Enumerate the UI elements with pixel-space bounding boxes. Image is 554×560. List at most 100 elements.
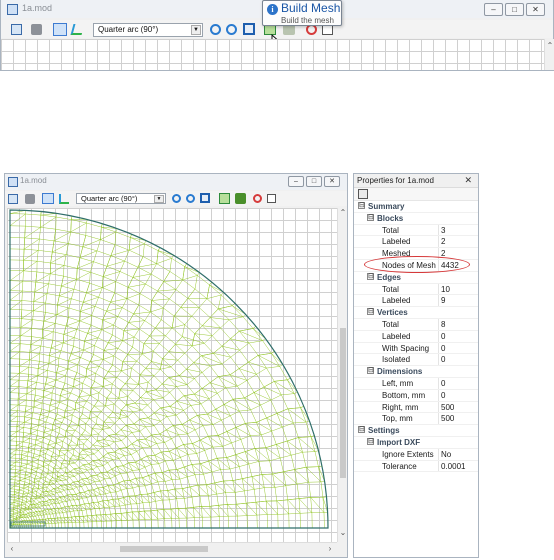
vertical-scrollbar[interactable]: ⌃ ⌄ xyxy=(337,208,347,542)
categorized-view-icon[interactable] xyxy=(358,189,368,199)
column-divider xyxy=(438,389,439,401)
minimize-button[interactable]: – xyxy=(288,176,304,187)
zoom-in-icon[interactable] xyxy=(172,194,181,203)
property-category[interactable]: ⊟ Dimensions xyxy=(354,366,478,378)
property-row[interactable]: Ignore Extents No xyxy=(354,448,478,461)
scroll-down-icon[interactable]: ⌄ xyxy=(338,528,348,538)
zoom-out-icon[interactable] xyxy=(186,194,195,203)
vertical-scrollbar[interactable]: ⌃ xyxy=(544,39,554,70)
collapse-icon[interactable]: ⊟ xyxy=(367,213,374,221)
minimize-icon: – xyxy=(294,178,298,185)
property-label: Top, mm xyxy=(382,414,413,424)
maximize-button[interactable]: □ xyxy=(505,3,524,16)
property-row[interactable]: Labeled 2 xyxy=(354,236,478,249)
property-category[interactable]: ⊟ Vertices xyxy=(354,307,478,319)
property-value: 10 xyxy=(441,284,450,294)
info-icon: i xyxy=(267,4,278,15)
close-icon: ✕ xyxy=(532,5,539,14)
edit-edges-icon[interactable] xyxy=(70,24,85,35)
close-button[interactable]: ✕ xyxy=(526,3,545,16)
remove-mesh-icon[interactable] xyxy=(235,193,246,204)
chevron-down-icon[interactable]: ▼ xyxy=(191,25,201,35)
fit-view-icon[interactable] xyxy=(200,193,210,203)
profile-select[interactable]: Quarter arc (90°) ▼ xyxy=(76,193,166,204)
property-category[interactable]: ⊟ Summary xyxy=(354,201,478,213)
minimize-icon: – xyxy=(491,5,496,14)
minimize-button[interactable]: – xyxy=(484,3,503,16)
property-row[interactable]: Total 8 xyxy=(354,319,478,331)
property-row[interactable]: Bottom, mm 0 xyxy=(354,389,478,402)
build-mesh-icon[interactable] xyxy=(219,193,230,204)
property-row[interactable]: Isolated 0 xyxy=(354,354,478,367)
edit-edges-icon[interactable] xyxy=(59,194,69,204)
property-row[interactable]: Tolerance 0.0001 xyxy=(354,460,478,473)
property-row[interactable]: Top, mm 500 xyxy=(354,413,478,426)
column-divider xyxy=(438,330,439,342)
block-icon[interactable] xyxy=(25,194,35,204)
collapse-icon[interactable]: ⊟ xyxy=(367,438,374,445)
select-blocks-icon[interactable] xyxy=(11,24,22,35)
fit-view-icon[interactable] xyxy=(243,23,255,35)
property-value: 8 xyxy=(441,320,446,329)
scroll-right-icon[interactable]: › xyxy=(325,544,335,554)
document-icon xyxy=(8,177,18,187)
property-row[interactable]: Total 10 xyxy=(354,283,478,296)
property-row[interactable]: Left, mm 0 xyxy=(354,378,478,390)
property-grid: ⊟ Summary ⊟ Blocks Total 3 Labeled 2 Meshed 2 Node… xyxy=(354,201,478,557)
nodes-of-mesh-highlight xyxy=(364,256,470,273)
property-label: Bottom, mm xyxy=(382,390,426,400)
chevron-down-icon[interactable]: ▼ xyxy=(154,195,164,203)
collapse-icon[interactable]: ⊟ xyxy=(358,426,365,434)
pointer-select-icon[interactable] xyxy=(53,23,67,36)
close-icon[interactable]: ✕ xyxy=(464,174,472,187)
property-row[interactable]: Labeled 9 xyxy=(354,295,478,308)
maximize-button[interactable]: □ xyxy=(306,176,322,187)
scroll-left-icon[interactable]: ‹ xyxy=(7,544,17,554)
select-blocks-icon[interactable] xyxy=(8,194,18,204)
toolbar: Quarter arc (90°) ▼ xyxy=(5,191,347,206)
property-value: 3 xyxy=(441,225,446,235)
profile-select[interactable]: Quarter arc (90°) ▼ xyxy=(93,23,203,37)
horizontal-scrollbar[interactable]: ‹ › xyxy=(7,542,337,554)
model-canvas[interactable] xyxy=(1,39,544,70)
property-value: 0 xyxy=(441,343,446,353)
close-button[interactable]: ✕ xyxy=(324,176,340,187)
properties-title: Properties for 1a.mod xyxy=(357,176,434,185)
copy-icon[interactable] xyxy=(267,194,276,203)
maximize-icon: □ xyxy=(311,178,317,185)
stop-icon[interactable] xyxy=(253,194,262,203)
scrollbar-thumb[interactable] xyxy=(340,328,346,478)
block-icon[interactable] xyxy=(31,24,42,35)
property-row[interactable]: Labeled 0 xyxy=(354,330,478,343)
property-category[interactable]: ⊟ Edges xyxy=(354,272,478,284)
scroll-up-icon[interactable]: ⌃ xyxy=(545,41,554,51)
property-row[interactable]: Total 3 xyxy=(354,224,478,237)
property-value: 0 xyxy=(441,355,446,365)
property-category[interactable]: ⊟ Settings xyxy=(354,425,478,437)
property-row[interactable]: Right, mm 500 xyxy=(354,401,478,414)
column-divider xyxy=(438,342,439,354)
scrollbar-thumb[interactable] xyxy=(120,546,208,552)
property-value: 0 xyxy=(441,379,446,388)
property-row[interactable]: With Spacing 0 xyxy=(354,342,478,355)
collapse-icon[interactable]: ⊟ xyxy=(358,202,365,209)
collapse-icon[interactable]: ⊟ xyxy=(367,272,374,280)
scroll-up-icon[interactable]: ⌃ xyxy=(338,208,348,218)
property-value: 0.0001 xyxy=(441,461,466,471)
document-icon xyxy=(7,4,18,15)
property-category[interactable]: ⊟ Import DXF xyxy=(354,437,478,449)
pointer-select-icon[interactable] xyxy=(42,193,54,204)
property-label: Labeled xyxy=(382,237,411,247)
tooltip-title: Build Mesh xyxy=(281,1,341,15)
property-label: Right, mm xyxy=(382,402,419,412)
zoom-out-icon[interactable] xyxy=(226,24,237,35)
collapse-icon[interactable]: ⊟ xyxy=(367,367,374,375)
collapse-icon[interactable]: ⊟ xyxy=(367,308,374,316)
property-label: With Spacing xyxy=(382,343,430,353)
property-category[interactable]: ⊟ Blocks xyxy=(354,213,478,225)
property-label: Labeled xyxy=(382,331,411,341)
zoom-in-icon[interactable] xyxy=(210,24,221,35)
bottom-model-window: 1a.mod – □ ✕ Quarter arc (90°) ▼ ⌃ ⌄ ‹ › xyxy=(4,173,348,558)
model-canvas[interactable] xyxy=(7,208,337,542)
build-mesh-tooltip: i Build Mesh Build the mesh xyxy=(262,0,342,26)
